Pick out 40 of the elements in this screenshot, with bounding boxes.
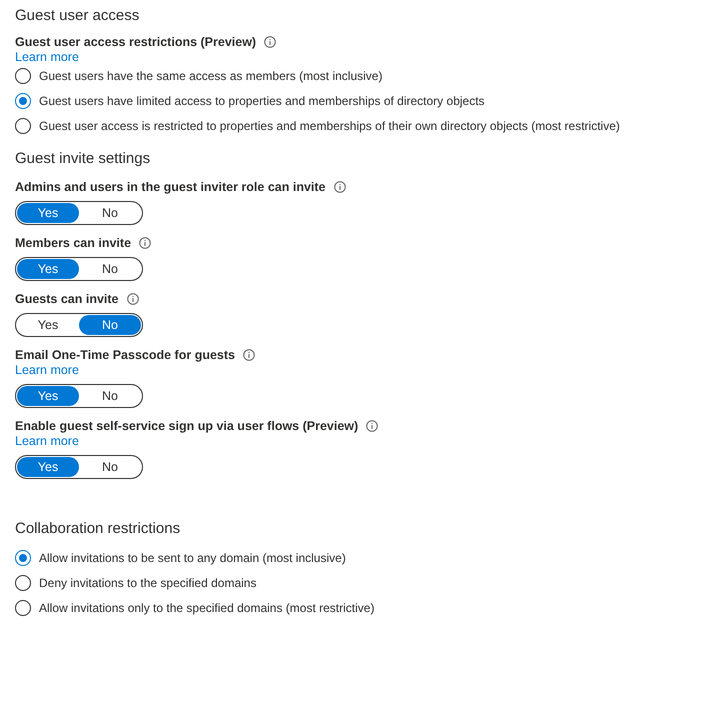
toggle-option[interactable]: Yes — [17, 386, 79, 406]
radio-button[interactable] — [15, 68, 31, 84]
toggle-option[interactable]: Yes — [17, 203, 79, 223]
radio-button[interactable] — [15, 575, 31, 591]
setting-label: Guest user access restrictions (Preview) — [15, 34, 256, 50]
radio-label: Guest users have the same access as members (most inclusive) — [39, 68, 382, 85]
radio-button[interactable] — [15, 550, 31, 566]
radio-button[interactable] — [15, 600, 31, 616]
info-icon[interactable] — [366, 420, 378, 432]
toggle-option[interactable]: No — [79, 259, 141, 279]
toggle-option[interactable]: No — [79, 315, 141, 335]
info-icon[interactable] — [242, 349, 255, 361]
radio-label: Deny invitations to the specified domains — [39, 575, 256, 592]
info-icon[interactable] — [264, 36, 276, 48]
toggle-option[interactable]: Yes — [17, 259, 79, 279]
radio-label: Guest user access is restricted to properties and memberships of their own directory objects (most restrictive) — [39, 118, 620, 135]
toggle-option[interactable]: No — [79, 386, 141, 406]
info-icon[interactable] — [126, 293, 139, 305]
learn-more-link[interactable]: Learn more — [15, 363, 79, 378]
toggle-option[interactable]: Yes — [17, 457, 79, 477]
section-heading: Guest user access — [15, 6, 140, 26]
setting-label: Enable guest self-service sign up via user flows (Preview) — [15, 418, 358, 434]
learn-more-link[interactable]: Learn more — [15, 434, 79, 449]
setting-label: Members can invite — [15, 235, 132, 251]
toggle-option[interactable]: Yes — [17, 315, 79, 335]
radio-button[interactable] — [15, 93, 31, 109]
learn-more-link[interactable]: Learn more — [15, 50, 79, 65]
radio-label: Allow invitations only to the specified domains (most restrictive) — [39, 600, 374, 617]
setting-label: Email One-Time Passcode for guests — [15, 347, 235, 363]
setting-label: Admins and users in the guest inviter role can invite — [15, 179, 326, 195]
toggle-option[interactable]: No — [79, 457, 141, 477]
radio-label: Allow invitations to be sent to any domain (most inclusive) — [39, 550, 346, 567]
radio-button[interactable] — [15, 118, 31, 134]
info-icon[interactable] — [334, 181, 346, 193]
section-heading: Guest invite settings — [15, 149, 152, 169]
radio-label: Guest users have limited access to properties and memberships of directory objects — [39, 93, 485, 110]
info-icon[interactable] — [139, 237, 152, 249]
section-heading: Collaboration restrictions — [15, 519, 182, 539]
setting-label: Guests can invite — [15, 291, 119, 307]
toggle-option[interactable]: No — [79, 203, 141, 223]
